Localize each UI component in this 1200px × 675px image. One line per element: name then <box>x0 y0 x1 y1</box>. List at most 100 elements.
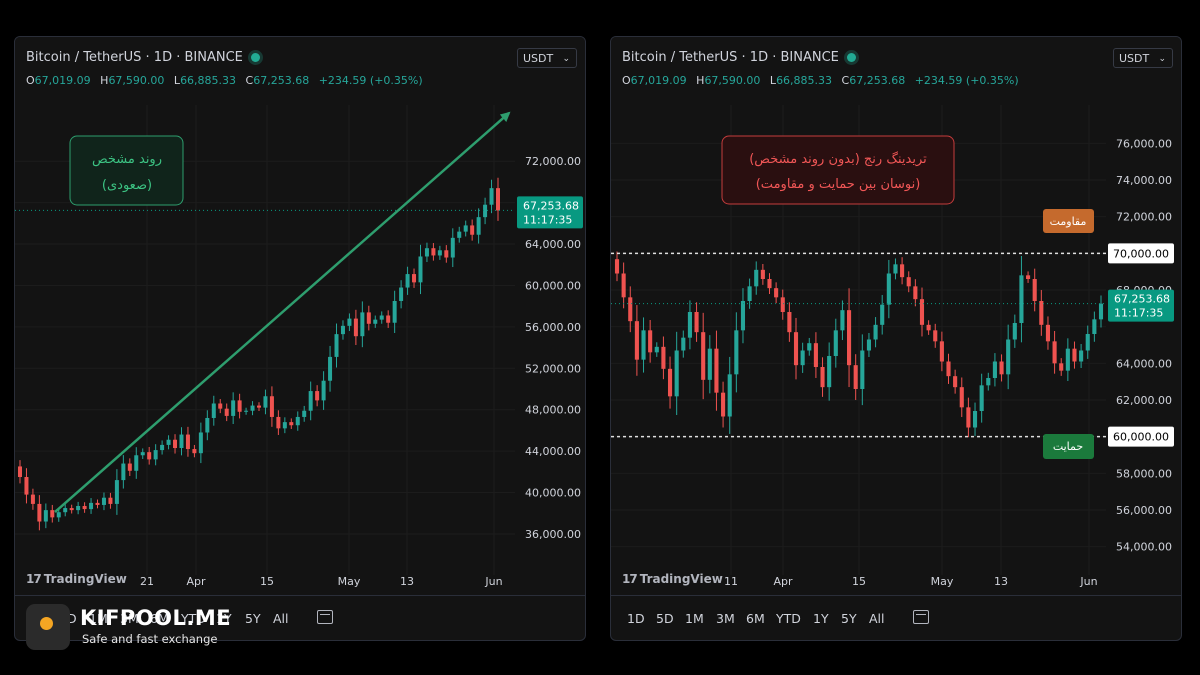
candle-body <box>873 324 878 340</box>
candle-body <box>1079 350 1084 362</box>
tf-5y[interactable]: 5Y <box>841 611 857 626</box>
symbol-title[interactable]: Bitcoin / TetherUS · 1D · BINANCE <box>26 50 243 65</box>
symbol-title[interactable]: Bitcoin / TetherUS · 1D · BINANCE <box>622 50 839 65</box>
tf-3m[interactable]: 3M <box>716 611 735 626</box>
candle-body <box>179 434 184 449</box>
trend-annotation-box <box>69 135 184 206</box>
x-tick-label: May <box>931 575 954 588</box>
candle-body <box>1059 363 1064 371</box>
tf-1y[interactable]: 1Y <box>813 611 829 626</box>
date-range-icon[interactable] <box>317 610 333 624</box>
resistance-badge-label: مقاومت <box>1050 215 1087 228</box>
currency-select[interactable]: USDT ⌄ <box>517 48 577 68</box>
candle-body <box>95 502 100 505</box>
tf-1d[interactable]: 1D <box>627 611 645 626</box>
candle-body <box>853 365 858 389</box>
candle-body <box>959 387 964 408</box>
tradingview-logo-icon: 17 <box>622 572 638 586</box>
candle-body <box>373 319 378 324</box>
tf-6m[interactable]: 6M <box>746 611 765 626</box>
candle-body <box>1019 275 1024 323</box>
bar-countdown: 11:17:35 <box>523 213 572 226</box>
candle-body <box>900 264 905 278</box>
candle-body <box>1072 348 1077 362</box>
candle-body <box>926 324 931 331</box>
candle-body <box>787 312 792 333</box>
candle-body <box>860 350 865 389</box>
candle-body <box>166 439 171 445</box>
y-tick-label: 60,000.00 <box>525 279 581 292</box>
candle-body <box>999 361 1004 375</box>
resistance-price-label: 70,000.00 <box>1113 247 1169 260</box>
range-chart-svg[interactable]: 54,000.00 56,000.00 58,000.00 62,000.00 64,0… <box>611 37 1181 595</box>
candle-body <box>160 444 165 451</box>
y-tick-label: 64,000.00 <box>1116 357 1172 370</box>
candle-body <box>846 310 852 366</box>
candle-body <box>185 434 190 450</box>
chevron-down-icon: ⌄ <box>562 54 570 64</box>
x-tick-label: Jun <box>484 575 502 588</box>
range-annotation-line2: (نوسان بین حمایت و مقاومت) <box>756 177 921 192</box>
bar-countdown: 11:17:35 <box>1114 307 1163 320</box>
y-tick-label: 74,000.00 <box>1116 174 1172 187</box>
candle-body <box>793 332 799 366</box>
candle-body <box>1006 339 1011 375</box>
candle-body <box>721 392 726 417</box>
candle-body <box>614 259 620 274</box>
candle-body <box>328 356 333 381</box>
candle-body <box>754 269 759 287</box>
y-tick-label: 54,000.00 <box>1116 541 1172 554</box>
tf-all[interactable]: All <box>273 611 289 626</box>
candle-body <box>347 318 352 326</box>
tf-ytd[interactable]: YTD <box>776 611 801 626</box>
candle-body <box>30 494 35 504</box>
tf-1m[interactable]: 1M <box>685 611 704 626</box>
tf-5d[interactable]: 5D <box>656 611 674 626</box>
tf-all[interactable]: All <box>869 611 885 626</box>
candle-body <box>295 416 300 426</box>
candle-body <box>1026 275 1031 279</box>
currency-select[interactable]: USDT ⌄ <box>1113 48 1173 68</box>
trend-chart-svg[interactable]: 36,000.00 40,000.00 44,000.00 48,000.00 52,0… <box>15 37 585 595</box>
x-tick-label: 13 <box>994 575 1008 588</box>
candle-body <box>648 330 653 353</box>
candle-body <box>489 188 494 205</box>
candle-body <box>37 503 42 522</box>
candle-body <box>1012 323 1017 340</box>
candle-body <box>237 400 242 412</box>
date-range-icon[interactable] <box>913 610 929 624</box>
candle-body <box>424 248 429 257</box>
candle-body <box>483 204 488 218</box>
candle-body <box>334 334 339 357</box>
candle-body <box>114 480 119 504</box>
candle-body <box>714 348 719 393</box>
candle-body <box>476 217 481 235</box>
candle-body <box>1032 279 1037 301</box>
brand-tagline: Safe and fast exchange <box>82 632 218 646</box>
candle-body <box>667 368 673 397</box>
x-tick-label: 15 <box>852 575 866 588</box>
candle-body <box>827 356 832 388</box>
candle-body <box>17 466 23 477</box>
candle-body <box>807 343 812 351</box>
candle-body <box>707 348 712 380</box>
candle-body <box>760 269 765 279</box>
candle-body <box>946 361 951 377</box>
chart-panel-range[interactable]: 54,000.00 56,000.00 58,000.00 62,000.00 64,0… <box>610 36 1182 641</box>
candle-body <box>134 455 139 471</box>
candle-body <box>966 407 971 428</box>
candle-body <box>263 396 268 408</box>
tf-5y[interactable]: 5Y <box>245 611 261 626</box>
candle-body <box>360 312 365 337</box>
y-tick-label: 72,000.00 <box>1116 211 1172 224</box>
chart-panel-trend[interactable]: 36,000.00 40,000.00 44,000.00 48,000.00 52,0… <box>14 36 586 641</box>
x-tick-label: Apr <box>773 575 793 588</box>
x-tick-label: Apr <box>186 575 206 588</box>
y-tick-label: 48,000.00 <box>525 404 581 417</box>
y-tick-label: 62,000.00 <box>1116 394 1172 407</box>
candle-body <box>308 391 313 411</box>
ohlc-legend: O67,019.09 H67,590.00 L66,885.33 C67,253… <box>622 74 1019 87</box>
candle-body <box>774 288 779 298</box>
candle-body <box>747 286 752 301</box>
candle-body <box>127 463 132 471</box>
